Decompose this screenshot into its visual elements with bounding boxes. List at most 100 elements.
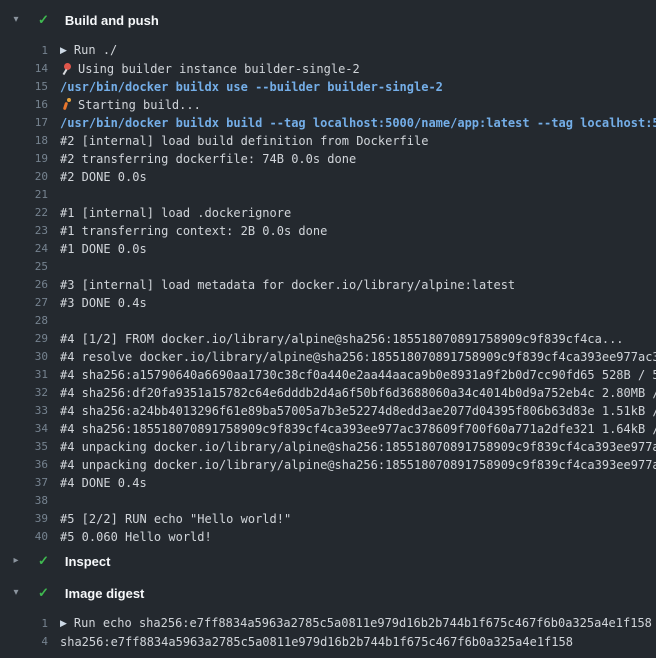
- run-arrow-icon[interactable]: ▶: [60, 615, 67, 633]
- section-header-image-digest[interactable]: ▾ ✓ Image digest: [0, 581, 656, 605]
- log-line: 40 #5 0.060 Hello world!: [0, 528, 656, 546]
- line-number[interactable]: 30: [0, 348, 48, 366]
- log-line: 14 Using builder instance builder-single…: [0, 60, 656, 78]
- success-check-icon: ✓: [38, 581, 49, 605]
- line-number[interactable]: 21: [0, 186, 48, 204]
- success-check-icon: ✓: [38, 8, 49, 32]
- section-header-build-and-push[interactable]: ▾ ✓ Build and push: [0, 8, 656, 32]
- log-line: 4 sha256:e7ff8834a5963a2785c5a0811e979d1…: [0, 633, 656, 651]
- line-number[interactable]: 28: [0, 312, 48, 330]
- section-title: Inspect: [65, 554, 111, 569]
- line-number[interactable]: 29: [0, 330, 48, 348]
- line-text: #4 [1/2] FROM docker.io/library/alpine@s…: [60, 330, 656, 348]
- expand-toggle-icon[interactable]: ▸: [9, 549, 23, 573]
- line-text-content: #4 sha256:a24bb4013296f61e89ba57005a7b3e…: [60, 404, 656, 418]
- section-header-inspect[interactable]: ▸ ✓ Inspect: [0, 549, 656, 573]
- actions-log-viewer: ▾ ✓ Build and push 1 ▶Run ./ 14 Using bu…: [0, 0, 656, 654]
- line-number[interactable]: 35: [0, 438, 48, 456]
- line-number[interactable]: 36: [0, 456, 48, 474]
- log-line: 37 #4 DONE 0.4s: [0, 474, 656, 492]
- line-text: #5 0.060 Hello world!: [60, 528, 656, 546]
- line-number[interactable]: 37: [0, 474, 48, 492]
- line-text: #4 sha256:df20fa9351a15782c64e6dddb2d4a6…: [60, 384, 656, 402]
- line-number[interactable]: 38: [0, 492, 48, 510]
- line-number[interactable]: 27: [0, 294, 48, 312]
- line-number[interactable]: 16: [0, 96, 48, 114]
- line-text: Using builder instance builder-single-2: [60, 60, 656, 78]
- log-line: 19 #2 transferring dockerfile: 74B 0.0s …: [0, 150, 656, 168]
- line-text: #2 transferring dockerfile: 74B 0.0s don…: [60, 150, 656, 168]
- log-line: 24 #1 DONE 0.0s: [0, 240, 656, 258]
- line-number[interactable]: 22: [0, 204, 48, 222]
- log-line: 1 ▶ Run ./: [0, 42, 656, 60]
- line-text: #2 DONE 0.0s: [60, 168, 656, 186]
- pushpin-icon: [60, 62, 73, 75]
- line-number[interactable]: 26: [0, 276, 48, 294]
- line-text: Starting build...: [60, 96, 656, 114]
- line-text-content: /usr/bin/docker buildx use --builder bui…: [60, 80, 443, 94]
- line-text: ▶Run echo sha256:e7ff8834a5963a2785c5a08…: [60, 614, 656, 634]
- log-line: 16 Starting build...: [0, 96, 656, 114]
- line-number[interactable]: 1: [0, 42, 48, 60]
- log-line: 35 #4 unpacking docker.io/library/alpine…: [0, 438, 656, 456]
- line-number[interactable]: 14: [0, 60, 48, 78]
- line-text: #1 [internal] load .dockerignore: [60, 204, 656, 222]
- log-line: 34 #4 sha256:185518070891758909c9f839cf4…: [0, 420, 656, 438]
- log-line: 18 #2 [internal] load build definition f…: [0, 132, 656, 150]
- log-line: 22 #1 [internal] load .dockerignore: [0, 204, 656, 222]
- log-line: 39 #5 [2/2] RUN echo "Hello world!": [0, 510, 656, 528]
- line-text: #3 [internal] load metadata for docker.i…: [60, 276, 656, 294]
- line-text-content: Using builder instance builder-single-2: [78, 62, 360, 76]
- line-text: /usr/bin/docker buildx use --builder bui…: [60, 78, 656, 96]
- line-text-content: #4 sha256:185518070891758909c9f839cf4ca3…: [60, 422, 656, 436]
- line-text: /usr/bin/docker buildx build --tag local…: [60, 114, 656, 132]
- line-text: #4 sha256:a15790640a6690aa1730c38cf0a440…: [60, 366, 656, 384]
- line-number[interactable]: 33: [0, 402, 48, 420]
- collapse-toggle-icon[interactable]: ▾: [9, 8, 23, 32]
- run-arrow-icon[interactable]: ▶: [60, 42, 67, 60]
- line-text-content: #2 DONE 0.0s: [60, 170, 147, 184]
- line-text-content: #2 transferring dockerfile: 74B 0.0s don…: [60, 152, 356, 166]
- line-text: #1 DONE 0.0s: [60, 240, 656, 258]
- line-number[interactable]: 32: [0, 384, 48, 402]
- log-line: 32 #4 sha256:df20fa9351a15782c64e6dddb2d…: [0, 384, 656, 402]
- line-text: ▶ Run ./: [60, 41, 656, 61]
- log-section-image-digest: ▾ ✓ Image digest 1 ▶Run echo sha256:e7ff…: [0, 581, 656, 654]
- collapse-toggle-icon[interactable]: ▾: [9, 581, 23, 605]
- log-line: 20 #2 DONE 0.0s: [0, 168, 656, 186]
- log-line: 25: [0, 258, 656, 276]
- log-line: 21: [0, 186, 656, 204]
- line-text-content: #2 [internal] load build definition from…: [60, 134, 428, 148]
- line-number[interactable]: 24: [0, 240, 48, 258]
- log-line: 28: [0, 312, 656, 330]
- line-text-content: #4 sha256:df20fa9351a15782c64e6dddb2d4a6…: [60, 386, 656, 400]
- line-number[interactable]: 25: [0, 258, 48, 276]
- log-section-inspect: ▸ ✓ Inspect: [0, 549, 656, 573]
- line-text-content: #4 [1/2] FROM docker.io/library/alpine@s…: [60, 332, 624, 346]
- line-number[interactable]: 15: [0, 78, 48, 96]
- log-line: 31 #4 sha256:a15790640a6690aa1730c38cf0a…: [0, 366, 656, 384]
- line-text-content: #4 resolve docker.io/library/alpine@sha2…: [60, 350, 656, 364]
- line-number[interactable]: 34: [0, 420, 48, 438]
- section-log-lines: 1 ▶Run echo sha256:e7ff8834a5963a2785c5a…: [0, 605, 656, 654]
- line-number[interactable]: 19: [0, 150, 48, 168]
- line-text-content: Run ./: [74, 43, 117, 57]
- line-number[interactable]: 23: [0, 222, 48, 240]
- line-text: #4 unpacking docker.io/library/alpine@sh…: [60, 456, 656, 474]
- line-number[interactable]: 17: [0, 114, 48, 132]
- line-text: sha256:e7ff8834a5963a2785c5a0811e979d16b…: [60, 633, 656, 651]
- line-number[interactable]: 18: [0, 132, 48, 150]
- line-number[interactable]: 1: [0, 615, 48, 633]
- line-number[interactable]: 4: [0, 633, 48, 651]
- line-text-content: #1 [internal] load .dockerignore: [60, 206, 291, 220]
- log-line: 26 #3 [internal] load metadata for docke…: [0, 276, 656, 294]
- line-text: #3 DONE 0.4s: [60, 294, 656, 312]
- line-text: #4 sha256:185518070891758909c9f839cf4ca3…: [60, 420, 656, 438]
- line-number[interactable]: 39: [0, 510, 48, 528]
- log-line: 30 #4 resolve docker.io/library/alpine@s…: [0, 348, 656, 366]
- success-check-icon: ✓: [38, 549, 49, 573]
- line-number[interactable]: 40: [0, 528, 48, 546]
- line-number[interactable]: 31: [0, 366, 48, 384]
- line-number[interactable]: 20: [0, 168, 48, 186]
- log-line: 17 /usr/bin/docker buildx build --tag lo…: [0, 114, 656, 132]
